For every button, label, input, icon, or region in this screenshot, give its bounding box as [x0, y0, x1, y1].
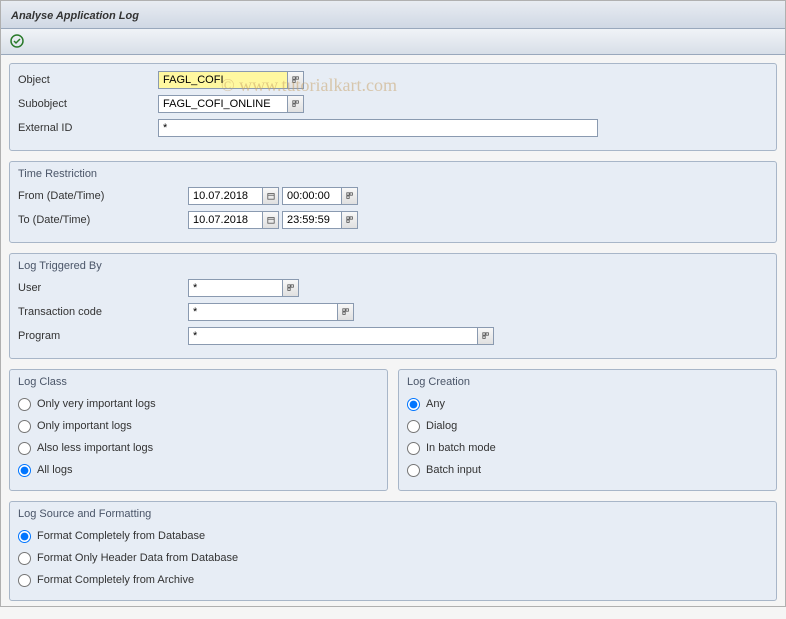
log-source-label-1[interactable]: Format Completely from Database	[37, 530, 205, 542]
program-label: Program	[18, 330, 188, 342]
application-toolbar	[1, 29, 785, 55]
log-class-option-3[interactable]: Also less important logs	[18, 438, 379, 458]
log-source-radio-2[interactable]	[18, 552, 31, 565]
log-source-label-2[interactable]: Format Only Header Data from Database	[37, 552, 238, 564]
search-help-icon	[292, 100, 300, 108]
tcode-label: Transaction code	[18, 306, 188, 318]
tcode-row: Transaction code	[18, 302, 768, 322]
log-creation-radio-3[interactable]	[407, 442, 420, 455]
log-creation-option-2[interactable]: Dialog	[407, 416, 768, 436]
from-time-help-button[interactable]	[342, 187, 358, 205]
content-area: © www.tutorialkart.com Object Subobject …	[1, 55, 785, 619]
log-class-radio-2[interactable]	[18, 420, 31, 433]
log-source-radio-1[interactable]	[18, 530, 31, 543]
search-help-icon	[342, 308, 350, 316]
to-date-input[interactable]	[188, 211, 263, 229]
log-class-radio-3[interactable]	[18, 442, 31, 455]
log-creation-label-1[interactable]: Any	[426, 398, 445, 410]
log-class-label-3[interactable]: Also less important logs	[37, 442, 153, 454]
calendar-icon	[267, 216, 275, 224]
search-help-icon	[346, 216, 354, 224]
tcode-input[interactable]	[188, 303, 338, 321]
log-creation-radio-1[interactable]	[407, 398, 420, 411]
object-label: Object	[18, 74, 158, 86]
log-class-label-2[interactable]: Only important logs	[37, 420, 132, 432]
log-creation-radio-2[interactable]	[407, 420, 420, 433]
log-class-option-2[interactable]: Only important logs	[18, 416, 379, 436]
program-input[interactable]	[188, 327, 478, 345]
log-creation-label-4[interactable]: Batch input	[426, 464, 481, 476]
log-class-title: Log Class	[18, 376, 379, 388]
subobject-input[interactable]	[158, 95, 288, 113]
time-restriction-title: Time Restriction	[18, 168, 768, 180]
from-date-input[interactable]	[188, 187, 263, 205]
log-creation-option-4[interactable]: Batch input	[407, 460, 768, 480]
log-creation-title: Log Creation	[407, 376, 768, 388]
log-class-option-4[interactable]: All logs	[18, 460, 379, 480]
log-creation-option-3[interactable]: In batch mode	[407, 438, 768, 458]
selection-group: Object Subobject External ID	[9, 63, 777, 151]
search-help-icon	[287, 284, 295, 292]
object-search-help-button[interactable]	[288, 71, 304, 89]
subobject-search-help-button[interactable]	[288, 95, 304, 113]
program-search-help-button[interactable]	[478, 327, 494, 345]
two-column-container: Log Class Only very important logs Only …	[9, 369, 777, 501]
log-triggered-group: Log Triggered By User Transaction code P…	[9, 253, 777, 359]
external-id-label: External ID	[18, 122, 158, 134]
calendar-icon	[267, 192, 275, 200]
search-help-icon	[346, 192, 354, 200]
log-class-label-1[interactable]: Only very important logs	[37, 398, 156, 410]
user-search-help-button[interactable]	[283, 279, 299, 297]
search-help-icon	[292, 76, 300, 84]
time-restriction-group: Time Restriction From (Date/Time) To (Da…	[9, 161, 777, 243]
execute-icon[interactable]	[9, 33, 25, 49]
log-class-radio-1[interactable]	[18, 398, 31, 411]
from-row: From (Date/Time)	[18, 186, 768, 206]
log-source-radio-3[interactable]	[18, 574, 31, 587]
log-triggered-title: Log Triggered By	[18, 260, 768, 272]
log-class-group: Log Class Only very important logs Only …	[9, 369, 388, 491]
user-row: User	[18, 278, 768, 298]
from-time-input[interactable]	[282, 187, 342, 205]
log-creation-label-2[interactable]: Dialog	[426, 420, 457, 432]
to-time-help-button[interactable]	[342, 211, 358, 229]
log-source-option-2[interactable]: Format Only Header Data from Database	[18, 548, 768, 568]
log-class-label-4[interactable]: All logs	[37, 464, 72, 476]
window-title-bar: Analyse Application Log	[1, 1, 785, 29]
user-input[interactable]	[188, 279, 283, 297]
log-source-title: Log Source and Formatting	[18, 508, 768, 520]
external-id-input[interactable]	[158, 119, 598, 137]
log-creation-group: Log Creation Any Dialog In batch mode Ba…	[398, 369, 777, 491]
subobject-row: Subobject	[18, 94, 768, 114]
from-date-help-button[interactable]	[263, 187, 279, 205]
log-class-radio-4[interactable]	[18, 464, 31, 477]
to-label: To (Date/Time)	[18, 214, 188, 226]
object-input[interactable]	[158, 71, 288, 89]
to-date-help-button[interactable]	[263, 211, 279, 229]
to-row: To (Date/Time)	[18, 210, 768, 230]
program-row: Program	[18, 326, 768, 346]
log-source-option-1[interactable]: Format Completely from Database	[18, 526, 768, 546]
log-source-group: Log Source and Formatting Format Complet…	[9, 501, 777, 601]
from-label: From (Date/Time)	[18, 190, 188, 202]
external-id-row: External ID	[18, 118, 768, 138]
tcode-search-help-button[interactable]	[338, 303, 354, 321]
window-title: Analyse Application Log	[11, 10, 139, 22]
to-time-input[interactable]	[282, 211, 342, 229]
search-help-icon	[482, 332, 490, 340]
subobject-label: Subobject	[18, 98, 158, 110]
user-label: User	[18, 282, 188, 294]
object-row: Object	[18, 70, 768, 90]
log-creation-label-3[interactable]: In batch mode	[426, 442, 496, 454]
log-source-label-3[interactable]: Format Completely from Archive	[37, 574, 194, 586]
log-creation-radio-4[interactable]	[407, 464, 420, 477]
log-creation-option-1[interactable]: Any	[407, 394, 768, 414]
log-class-option-1[interactable]: Only very important logs	[18, 394, 379, 414]
log-source-option-3[interactable]: Format Completely from Archive	[18, 570, 768, 590]
